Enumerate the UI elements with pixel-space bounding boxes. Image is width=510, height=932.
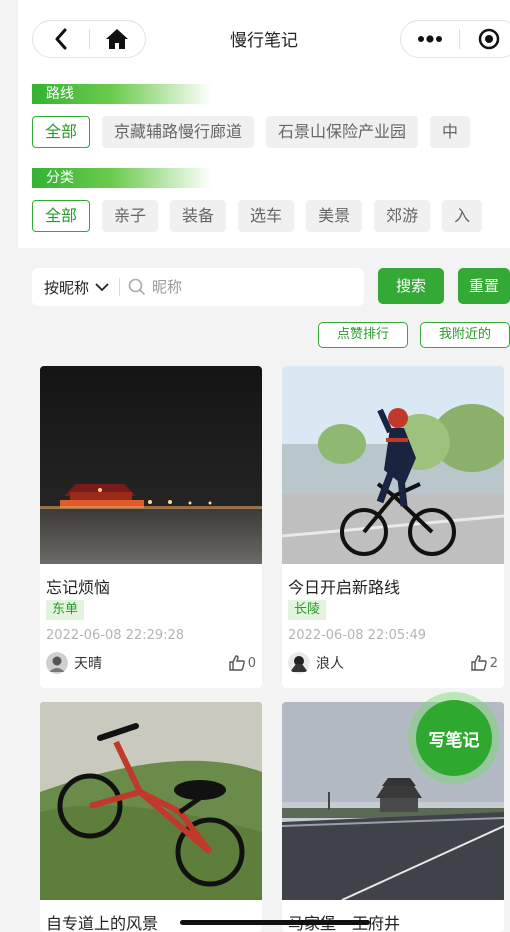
note-card[interactable]: 自专道上的风景	[40, 702, 262, 932]
top-nav-bar: 慢行笔记	[18, 0, 510, 76]
author-name: 天晴	[74, 656, 102, 672]
nickname-search-input[interactable]	[152, 278, 333, 296]
avatar	[46, 652, 68, 674]
note-date: 2022-06-08 22:29:28	[46, 628, 185, 643]
category-chip[interactable]: 装备	[170, 200, 227, 232]
more-dots-icon	[418, 35, 442, 43]
area-tag: 长陵	[288, 600, 327, 620]
note-title: 今日开启新路线	[288, 578, 401, 597]
author-name: 浪人	[316, 656, 344, 672]
route-chip[interactable]: 中	[430, 116, 471, 148]
area-tag: 东单	[46, 600, 85, 620]
note-photo	[282, 366, 504, 564]
note-title: 忘记烦恼	[46, 578, 111, 597]
author: 浪人	[288, 652, 344, 674]
close-button[interactable]	[460, 21, 510, 57]
note-date: 2022-06-08 22:05:49	[288, 628, 427, 643]
divider	[119, 278, 121, 296]
capsule-menu	[400, 20, 510, 58]
like-count: 2	[489, 655, 498, 671]
category-chip[interactable]: 亲子	[102, 200, 159, 232]
note-card[interactable]: 今日开启新路线 长陵 2022-06-08 22:05:49 浪人 2	[282, 366, 504, 688]
note-photo	[40, 702, 262, 900]
category-chip[interactable]: 郊游	[374, 200, 431, 232]
author: 天晴	[46, 652, 102, 674]
category-chips: 全部 亲子 装备 选车 美景 郊游 入	[32, 200, 483, 232]
write-note-label: 写笔记	[416, 700, 492, 776]
note-title: 自专道上的风景	[46, 914, 159, 932]
route-chip[interactable]: 京藏辅路慢行廊道	[102, 116, 255, 148]
nearby-button[interactable]: 我附近的	[420, 322, 510, 348]
search-button[interactable]: 搜索	[378, 268, 444, 304]
write-note-fab[interactable]: 写笔记	[408, 692, 500, 784]
route-chip[interactable]: 石景山保险产业园	[266, 116, 419, 148]
night-plaza-image	[40, 366, 262, 564]
thumbs-up-icon	[229, 655, 245, 671]
rank-by-likes-button[interactable]: 点赞排行	[318, 322, 408, 348]
thumbs-up-icon	[471, 655, 487, 671]
category-chip-all[interactable]: 全部	[32, 200, 91, 232]
home-indicator	[180, 920, 370, 925]
like-button[interactable]: 2	[470, 654, 498, 672]
sort-label: 按昵称	[44, 278, 90, 297]
note-photo	[40, 366, 262, 564]
category-chip[interactable]: 美景	[306, 200, 363, 232]
reset-button[interactable]: 重置	[458, 268, 510, 304]
search-icon	[128, 278, 146, 296]
search-bar: 按昵称	[32, 268, 364, 306]
category-chip[interactable]: 选车	[238, 200, 295, 232]
sort-dropdown[interactable]: 按昵称	[32, 268, 109, 306]
like-button[interactable]: 0	[228, 654, 256, 672]
avatar	[288, 652, 310, 674]
target-icon	[478, 28, 500, 50]
category-chip[interactable]: 入	[442, 200, 483, 232]
chevron-down-icon	[95, 282, 109, 291]
more-button[interactable]	[401, 21, 459, 57]
cyclist-image	[282, 366, 504, 564]
note-card[interactable]: 忘记烦恼 东单 2022-06-08 22:29:28 天晴 0	[40, 366, 262, 688]
category-section-label: 分类	[32, 168, 212, 188]
route-chip-all[interactable]: 全部	[32, 116, 91, 148]
route-chips: 全部 京藏辅路慢行廊道 石景山保险产业园 中	[32, 116, 471, 148]
route-section-label: 路线	[32, 84, 212, 104]
like-count: 0	[247, 655, 256, 671]
filter-panel: 路线 全部 京藏辅路慢行廊道 石景山保险产业园 中 分类 全部 亲子 装备 选车…	[18, 76, 510, 248]
bicycle-image	[40, 702, 262, 900]
